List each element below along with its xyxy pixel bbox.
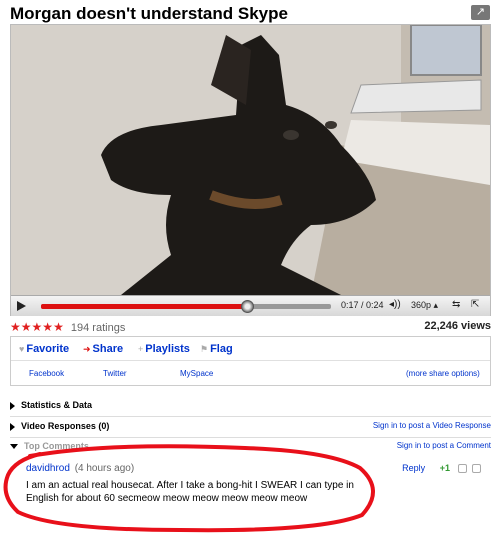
play-icon[interactable]	[15, 300, 27, 312]
share-twitter-link[interactable]: Twitter	[103, 369, 127, 378]
star-icon[interactable]: ★	[42, 320, 53, 334]
volume-icon[interactable]: ◂))	[389, 299, 401, 310]
time-display: 0:17 / 0:24	[341, 300, 384, 310]
comment-body: I am an actual real housecat. After I ta…	[26, 480, 354, 504]
share-facebook-link[interactable]: Facebook	[29, 369, 64, 378]
video-frame[interactable]	[11, 25, 490, 295]
comment-author[interactable]: davidhrod	[26, 463, 70, 474]
favorite-button[interactable]: ♥ Favorite	[19, 343, 69, 355]
comment-actions: Reply +1	[402, 463, 481, 474]
star-icon[interactable]: ★	[21, 320, 32, 334]
actions-panel: ♥ Favorite ➜ Share + Playlists ⚑ Flag Facebo…	[10, 336, 491, 386]
statistics-section[interactable]: Statistics & Data	[10, 400, 491, 414]
comment-item: davidhrod (4 hours ago) Reply +1 I am an…	[10, 455, 491, 520]
share-myspace-link[interactable]: MySpace	[180, 369, 213, 378]
share-arrow-icon: ➜	[83, 344, 91, 354]
heart-icon: ♥	[19, 344, 25, 354]
video-still	[11, 25, 490, 295]
quality-selector[interactable]: 360p ▴	[411, 300, 438, 311]
faded-footer	[12, 520, 14, 527]
fullscreen-icon[interactable]: ⇱	[471, 299, 479, 310]
action-bar: ♥ Favorite ➜ Share + Playlists ⚑ Flag	[11, 337, 490, 361]
ratings-row: ★★★★★ 194 ratings 22,246 views	[10, 320, 491, 334]
view-count: 22,246 views	[424, 320, 491, 332]
comment-score: +1	[439, 463, 450, 473]
thumbs-down-icon[interactable]	[472, 464, 481, 474]
expand-arrow-icon	[10, 422, 15, 431]
flag-button[interactable]: ⚑ Flag	[200, 343, 233, 355]
comment-timestamp: (4 hours ago)	[74, 463, 135, 474]
page-title: Morgan doesn't understand Skype	[10, 4, 288, 23]
flag-icon: ⚑	[200, 344, 209, 354]
progress-bar[interactable]	[41, 300, 331, 313]
more-share-options-link[interactable]: (more share options)	[406, 369, 480, 378]
divider	[10, 416, 491, 417]
reply-link[interactable]: Reply	[402, 463, 425, 473]
scrubber-handle[interactable]	[240, 300, 254, 313]
comment-author-line: davidhrod (4 hours ago)	[26, 463, 134, 474]
video-player[interactable]: 0:17 / 0:24 ◂)) 360p ▴ ⇆ ⇱	[10, 24, 491, 316]
divider	[10, 437, 491, 438]
plus-icon: +	[138, 344, 144, 354]
ratings-count: 194 ratings	[70, 322, 126, 334]
video-responses-section[interactable]: Video Responses (0) Sign in to post a Vi…	[10, 421, 491, 435]
star-icon[interactable]: ★	[53, 320, 64, 334]
star-icon[interactable]: ★	[32, 320, 43, 334]
expand-icon[interactable]: ⇆	[452, 299, 460, 310]
expand-arrow-icon	[10, 401, 15, 410]
post-video-response-link[interactable]: Sign in to post a Video Response	[373, 421, 491, 430]
progress-fill	[41, 304, 247, 309]
playlists-button[interactable]: + Playlists	[138, 343, 190, 355]
star-icon[interactable]: ★	[10, 320, 21, 334]
popout-icon[interactable]: ↗	[471, 5, 490, 20]
player-controls: 0:17 / 0:24 ◂)) 360p ▴ ⇆ ⇱	[11, 295, 490, 316]
share-button[interactable]: ➜ Share	[83, 343, 123, 355]
top-comments-section[interactable]: Top Comments Sign in to post a Comment	[10, 441, 491, 455]
post-comment-link[interactable]: Sign in to post a Comment	[397, 441, 491, 450]
star-rating[interactable]: ★★★★★	[10, 320, 64, 334]
collapse-arrow-icon	[10, 444, 18, 450]
share-bar: Facebook Twitter MySpace (more share opt…	[11, 361, 490, 385]
thumbs-up-icon[interactable]	[458, 464, 468, 474]
